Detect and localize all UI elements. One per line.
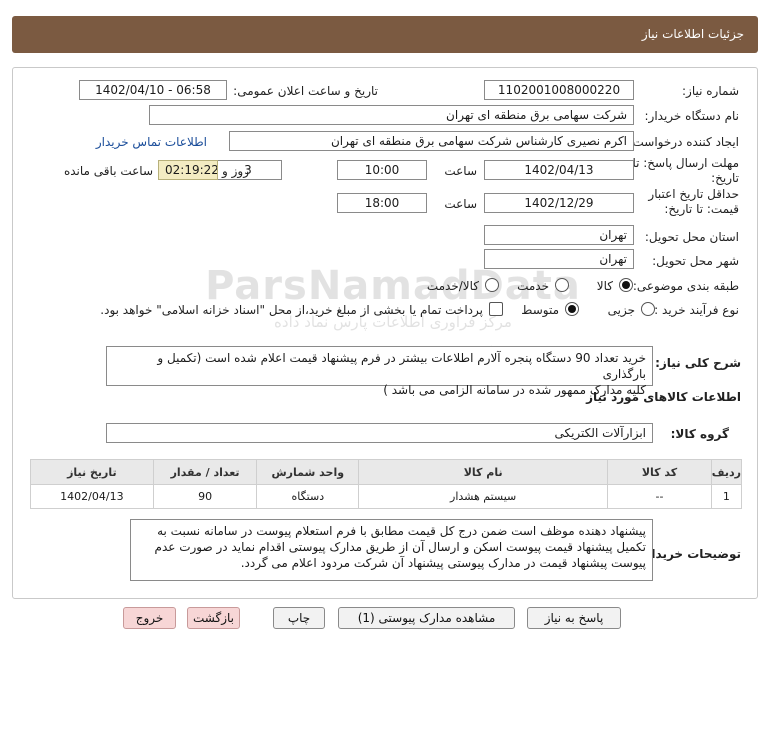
summary-box: خرید تعداد 90 دستگاه پنجره آلارم اطلاعات… bbox=[106, 346, 653, 397]
process-option-minor: جزیی bbox=[607, 303, 635, 317]
requester-label: ایجاد کننده درخواست: bbox=[628, 135, 739, 149]
requester-field: اکرم نصیری کارشناس شرکت سهامی برق منطقه … bbox=[229, 131, 634, 151]
col-row: ردیف bbox=[710, 459, 743, 485]
need-details-card: ParsNamadData مرکز فراوری اطلاعات پارس ن… bbox=[12, 67, 758, 599]
process-option-medium: متوسط bbox=[521, 303, 559, 317]
summary-label: شرح کلی نیاز: bbox=[655, 356, 741, 370]
cell-qty: 90 bbox=[152, 484, 258, 509]
back-button[interactable]: بازگشت bbox=[187, 607, 240, 629]
category-radio-goods-service[interactable] bbox=[485, 278, 499, 292]
buyer-org-field: شرکت سهامی برق منطقه ای تهران bbox=[149, 105, 634, 125]
remaining-time-field: 02:19:22 bbox=[158, 160, 218, 180]
process-radio-medium[interactable] bbox=[565, 302, 579, 316]
page-header: جزئیات اطلاعات نیاز bbox=[12, 16, 758, 53]
goods-table-header: ردیف کد کالا نام کالا واحد شمارش تعداد /… bbox=[30, 459, 743, 485]
cell-row: 1 bbox=[710, 484, 743, 509]
city-field: تهران bbox=[484, 249, 634, 269]
buyer-notes-line-3: پیوست پیشنهاد قیمت در مدارک پیوستی پیشنه… bbox=[240, 556, 646, 570]
summary-line-2: کلیه مدارک ممهور شده در سامانه الزامی می… bbox=[383, 383, 646, 397]
exit-button[interactable]: خروج bbox=[123, 607, 176, 629]
buyer-org-label: نام دستگاه خریدار: bbox=[644, 109, 740, 123]
need-number-field: 1102001008000220 bbox=[484, 80, 634, 100]
goods-group-label: گروه کالا: bbox=[670, 427, 729, 441]
category-label: طبقه بندی موضوعی: bbox=[632, 279, 739, 293]
page-title: جزئیات اطلاعات نیاز bbox=[641, 27, 744, 41]
col-unit: واحد شمارش bbox=[256, 459, 360, 485]
deadline-time-label: ساعت bbox=[444, 164, 477, 178]
deadline-label-date: تاریخ: bbox=[711, 171, 739, 185]
category-option-service: خدمت bbox=[517, 279, 549, 293]
category-option-goods-service: کالا/خدمت bbox=[426, 279, 479, 293]
goods-table: ردیف کد کالا نام کالا واحد شمارش تعداد /… bbox=[30, 459, 743, 509]
buyer-notes-line-1: پیشنهاد دهنده موظف است ضمن درج کل قیمت م… bbox=[157, 524, 646, 538]
cell-code: -- bbox=[607, 484, 712, 509]
goods-section-title: اطلاعات کالاهای مورد نیاز bbox=[586, 390, 741, 404]
buyer-contact-link[interactable]: اطلاعات تماس خریدار bbox=[96, 135, 207, 149]
validity-label: حداقل تاریخ اعتبار bbox=[648, 187, 739, 201]
buyer-notes-line-2: تکمیل پیشنهاد قیمت پیوست اسکن و ارسال آن… bbox=[154, 540, 646, 554]
buyer-notes-label: توضیحات خریدار: bbox=[639, 547, 741, 561]
deadline-label: مهلت ارسال پاسخ: تا bbox=[632, 156, 739, 170]
category-option-goods: کالا bbox=[596, 279, 613, 293]
announce-label: تاریخ و ساعت اعلان عمومی: bbox=[233, 84, 378, 98]
buyer-notes-box: پیشنهاد دهنده موظف است ضمن درج کل قیمت م… bbox=[130, 519, 653, 581]
col-date: تاریخ نیاز bbox=[30, 459, 154, 485]
days-label: روز و bbox=[222, 164, 249, 178]
remaining-label: ساعت باقی مانده bbox=[63, 164, 153, 178]
reply-button[interactable]: پاسخ به نیاز bbox=[527, 607, 621, 629]
cell-name: سیستم هشدار bbox=[358, 484, 609, 509]
cell-unit: دستگاه bbox=[256, 484, 360, 509]
cell-date: 1402/04/13 bbox=[30, 484, 154, 509]
goods-group-field: ابزارآلات الکتریکی bbox=[106, 423, 653, 443]
need-number-label: شماره نیاز: bbox=[682, 84, 739, 98]
validity-label-date: قیمت: تا تاریخ: bbox=[664, 202, 739, 216]
treasury-payment-checkbox[interactable] bbox=[489, 302, 503, 316]
process-radio-minor[interactable] bbox=[641, 302, 655, 316]
print-button[interactable]: چاپ bbox=[273, 607, 325, 629]
city-label: شهر محل تحویل: bbox=[652, 254, 739, 268]
province-field: تهران bbox=[484, 225, 634, 245]
deadline-date-field: 1402/04/13 bbox=[484, 160, 634, 180]
deadline-time-field: 10:00 bbox=[337, 160, 427, 180]
process-label: نوع فرآیند خرید : bbox=[654, 303, 739, 317]
view-attachments-button[interactable]: مشاهده مدارک پیوستی (1) bbox=[338, 607, 515, 629]
announce-field: 1402/04/10 - 06:58 bbox=[79, 80, 227, 100]
category-radio-goods[interactable] bbox=[619, 278, 633, 292]
col-name: نام کالا bbox=[358, 459, 609, 485]
summary-line-1: خرید تعداد 90 دستگاه پنجره آلارم اطلاعات… bbox=[157, 351, 646, 381]
category-radio-service[interactable] bbox=[555, 278, 569, 292]
col-qty: تعداد / مقدار bbox=[152, 459, 258, 485]
validity-time-label: ساعت bbox=[444, 197, 477, 211]
table-row: 1 -- سیستم هشدار دستگاه 90 1402/04/13 bbox=[30, 484, 743, 509]
province-label: استان محل تحویل: bbox=[644, 230, 739, 244]
validity-time-field: 18:00 bbox=[337, 193, 427, 213]
col-code: کد کالا bbox=[607, 459, 712, 485]
validity-date-field: 1402/12/29 bbox=[484, 193, 634, 213]
treasury-payment-note: پرداخت تمام یا بخشی از مبلغ خرید،از محل … bbox=[100, 303, 483, 317]
